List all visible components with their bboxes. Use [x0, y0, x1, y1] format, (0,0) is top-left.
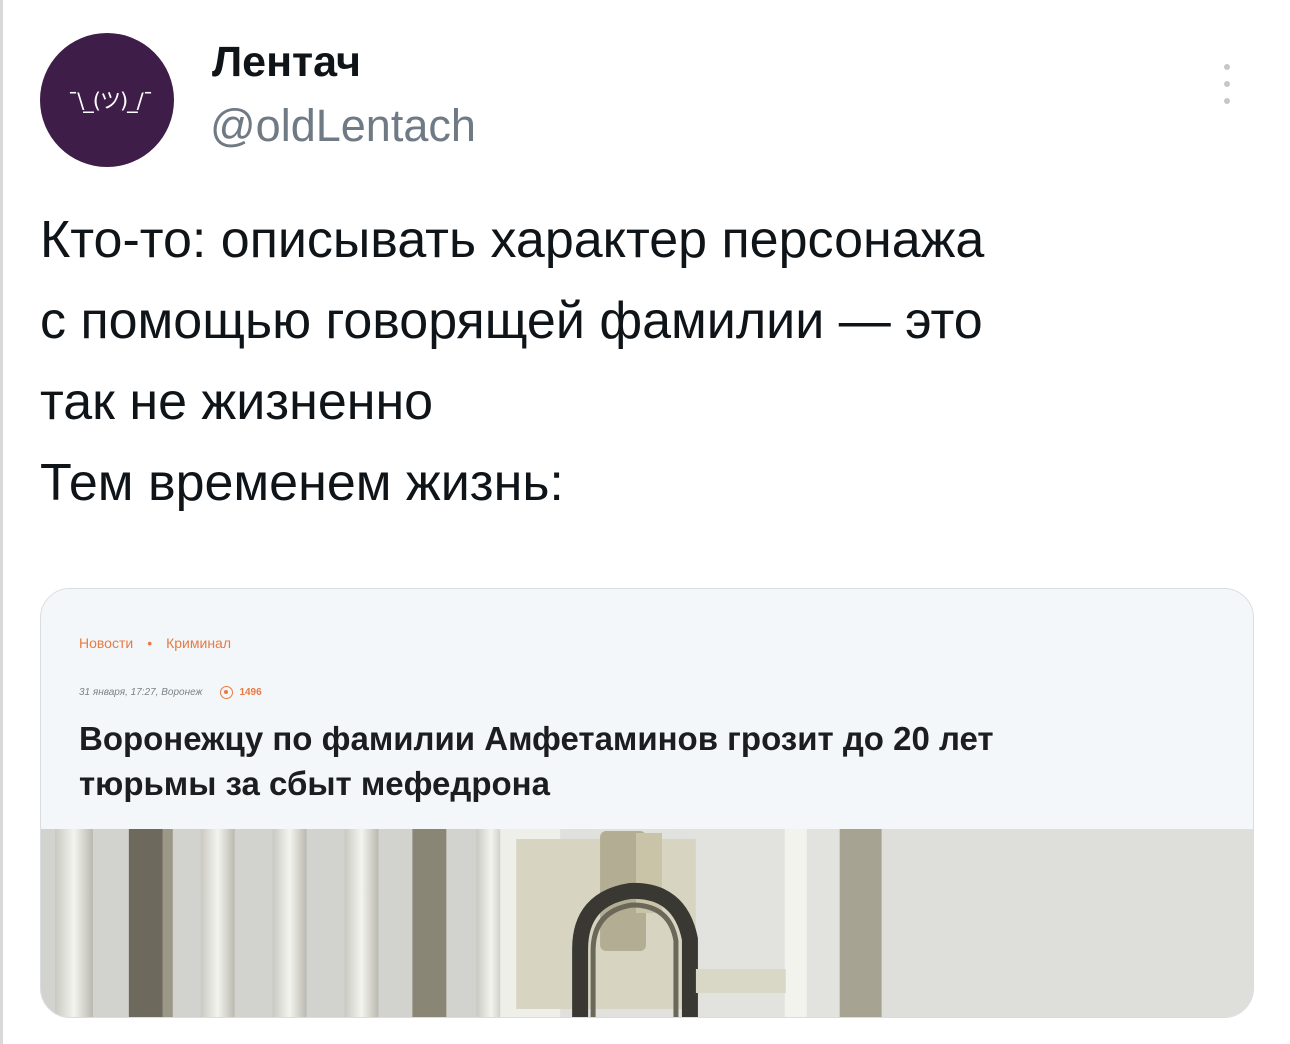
more-options-button[interactable] [1212, 56, 1242, 112]
more-dot-icon [1224, 81, 1230, 87]
article-headline-line: тюрьмы за сбыт мефедрона [79, 765, 550, 802]
article-headline-line: Воронежцу по фамилии Амфетаминов грозит … [79, 720, 994, 757]
avatar-shrug-text: ¯\_(ツ)_/¯ [67, 89, 154, 113]
author-display-name[interactable]: Лентач [212, 35, 361, 89]
tweet: ¯\_(ツ)_/¯ Лентач @oldLentach Кто-то: опи… [0, 0, 1290, 1044]
eye-icon [220, 686, 234, 699]
breadcrumb-separator: • [147, 635, 153, 651]
author-handle[interactable]: @oldLentach [210, 98, 476, 154]
tweet-text-line: Кто-то: описывать характер персонажа [40, 211, 985, 269]
tweet-text-line: с помощью говорящей фамилии — это [40, 292, 983, 350]
tweet-text-line: так не жизненно [40, 373, 434, 431]
tweet-text: Кто-то: описывать характер персонажа с п… [40, 200, 1250, 524]
more-dot-icon [1224, 64, 1230, 70]
breadcrumb-news: Новости [79, 635, 134, 651]
article-date-location: 31 января, 17:27, Воронеж [79, 687, 203, 698]
article-breadcrumb: Новости • Криминал [79, 635, 231, 651]
article-screenshot-header: Новости • Криминал 31 января, 17:27, Вор… [41, 589, 1253, 829]
article-views-count: 1496 [239, 687, 262, 698]
article-headline: Воронежцу по фамилии Амфетаминов грозит … [79, 716, 1219, 806]
attached-media-image[interactable]: Новости • Криминал 31 января, 17:27, Вор… [40, 588, 1254, 1018]
article-photo-padlock-on-bars [41, 829, 1253, 1017]
author-avatar[interactable]: ¯\_(ツ)_/¯ [40, 33, 174, 167]
article-meta: 31 января, 17:27, Воронеж 1496 [79, 686, 262, 699]
article-views: 1496 [220, 686, 262, 699]
breadcrumb-crime: Криминал [166, 635, 232, 651]
tweet-text-line: Тем временем жизнь: [40, 454, 564, 512]
more-dot-icon [1224, 98, 1230, 104]
